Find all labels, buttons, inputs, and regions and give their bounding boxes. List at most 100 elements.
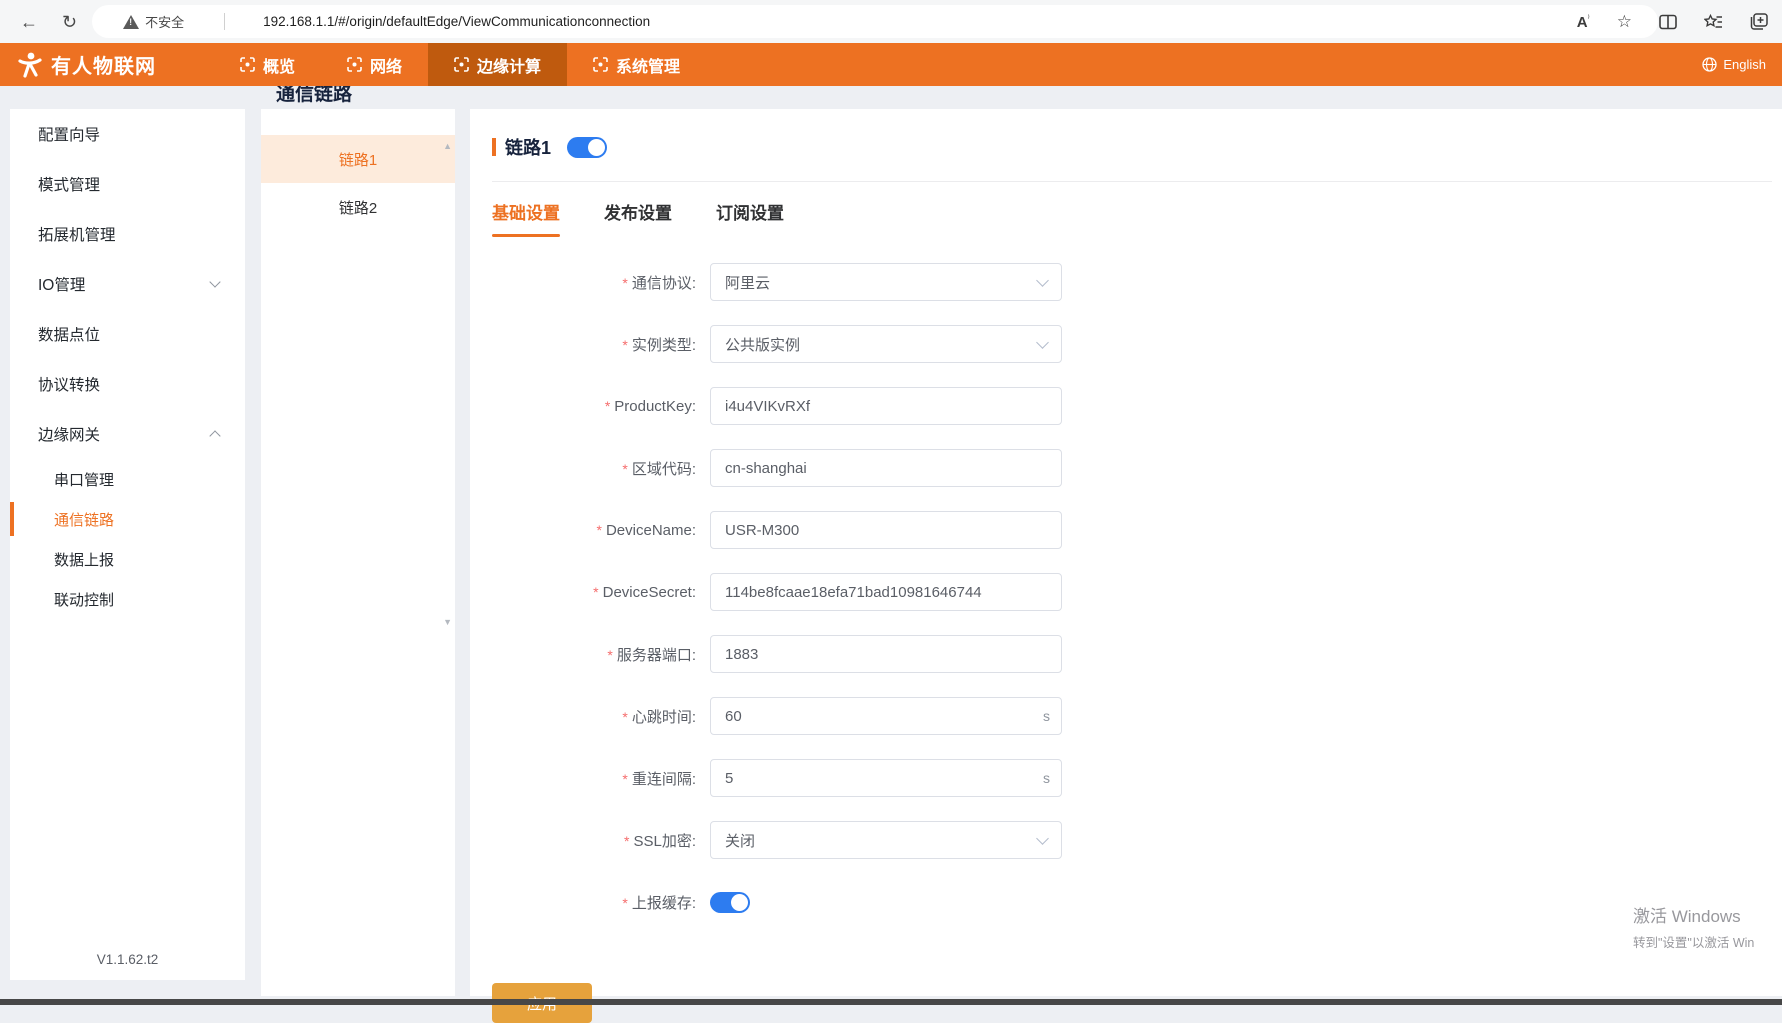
field-label: *DeviceName: — [470, 522, 710, 539]
link-enable-toggle[interactable] — [567, 137, 607, 158]
heartbeat-field: s — [710, 697, 1062, 735]
brand-logo-icon — [16, 51, 43, 78]
form-row-reconnect: *重连间隔: s — [470, 759, 1782, 797]
nav-tab-label: 网络 — [370, 53, 402, 77]
refresh-icon[interactable]: ↻ — [62, 13, 77, 31]
favorite-star-icon[interactable]: ☆ — [1617, 13, 1632, 30]
productkey-input[interactable] — [711, 388, 1061, 424]
link-item-2[interactable]: 链路2 — [261, 183, 455, 231]
collections-add-icon[interactable] — [1750, 13, 1768, 30]
field-label: *通信协议: — [470, 272, 710, 293]
devicesecret-field — [710, 573, 1062, 611]
required-asterisk: * — [605, 398, 610, 414]
site-security[interactable]: 不安全 — [123, 12, 184, 31]
required-asterisk: * — [607, 647, 612, 663]
heartbeat-input[interactable] — [711, 698, 1061, 734]
nav-tab-overview[interactable]: 概览 — [214, 43, 321, 86]
reconnect-field: s — [710, 759, 1062, 797]
select-value: 公共版实例 — [711, 334, 800, 355]
read-aloud-icon[interactable]: A⁾ — [1577, 13, 1590, 31]
language-switcher[interactable]: English — [1702, 57, 1766, 72]
chevron-down-icon — [1036, 832, 1049, 845]
address-separator — [224, 13, 225, 30]
required-asterisk: * — [622, 771, 627, 787]
title-accent-bar — [492, 138, 496, 156]
nav-tab-edge-computing[interactable]: 边缘计算 — [428, 43, 567, 86]
scroll-up-icon[interactable]: ▲ — [443, 141, 452, 151]
brand-title: 有人物联网 — [51, 50, 156, 79]
sidebar-item-serial-management[interactable]: 串口管理 — [10, 459, 245, 499]
field-label: *DeviceSecret: — [470, 584, 710, 601]
tab-subscribe-settings[interactable]: 订阅设置 — [716, 199, 784, 237]
field-label: *服务器端口: — [470, 644, 710, 665]
split-screen-icon[interactable] — [1659, 14, 1677, 30]
tab-basic-settings[interactable]: 基础设置 — [492, 199, 560, 237]
sidebar-item-io-management[interactable]: IO管理 — [10, 259, 245, 309]
reconnect-input[interactable] — [711, 760, 1061, 796]
form-row-server-port: *服务器端口: — [470, 635, 1782, 673]
sidebar-item-expansion-management[interactable]: 拓展机管理 — [10, 209, 245, 259]
warning-icon — [123, 15, 139, 29]
instance-type-select[interactable]: 公共版实例 — [710, 325, 1062, 363]
select-value: 关闭 — [711, 830, 755, 851]
sidebar-item-linkage-control[interactable]: 联动控制 — [10, 579, 245, 619]
required-asterisk: * — [593, 584, 598, 600]
required-asterisk: * — [622, 275, 627, 291]
field-label: *实例类型: — [470, 334, 710, 355]
nav-tab-network[interactable]: 网络 — [321, 43, 428, 86]
scroll-down-icon[interactable]: ▼ — [443, 617, 452, 627]
field-label: *ProductKey: — [470, 398, 710, 415]
server-port-field — [710, 635, 1062, 673]
chevron-down-icon — [1036, 336, 1049, 349]
field-label: *心跳时间: — [470, 706, 710, 727]
server-port-input[interactable] — [711, 636, 1061, 672]
chevron-down-icon — [209, 276, 220, 287]
protocol-select[interactable]: 阿里云 — [710, 263, 1062, 301]
basic-settings-form: *通信协议: 阿里云 *实例类型: 公共版实例 *ProductKey: *区域… — [470, 263, 1782, 1023]
region-input[interactable] — [711, 450, 1061, 486]
link-item-1[interactable]: 链路1 — [261, 135, 455, 183]
sidebar-item-mode-management[interactable]: 模式管理 — [10, 159, 245, 209]
sidebar-item-data-points[interactable]: 数据点位 — [10, 309, 245, 359]
devicename-input[interactable] — [711, 512, 1061, 548]
ssl-select[interactable]: 关闭 — [710, 821, 1062, 859]
form-row-protocol: *通信协议: 阿里云 — [470, 263, 1782, 301]
main-panel: 链路1 基础设置 发布设置 订阅设置 *通信协议: 阿里云 *实例类型: 公共版… — [470, 109, 1782, 996]
nav-tab-label: 概览 — [263, 53, 295, 77]
form-row-region: *区域代码: — [470, 449, 1782, 487]
favorites-hub-icon[interactable] — [1704, 14, 1723, 30]
required-asterisk: * — [622, 895, 627, 911]
sidebar-item-edge-gateway[interactable]: 边缘网关 — [10, 409, 245, 459]
back-icon[interactable]: ← — [20, 13, 38, 31]
sidebar-item-communication-link[interactable]: 通信链路 — [10, 499, 245, 539]
taskbar-edge — [0, 999, 1782, 1005]
nav-tab-label: 系统管理 — [616, 53, 680, 77]
url-text[interactable]: 192.168.1.1/#/origin/defaultEdge/ViewCom… — [263, 14, 650, 29]
settings-tabs: 基础设置 发布设置 订阅设置 — [492, 199, 1782, 237]
form-row-productkey: *ProductKey: — [470, 387, 1782, 425]
required-asterisk: * — [622, 337, 627, 353]
sidebar-item-protocol-conversion[interactable]: 协议转换 — [10, 359, 245, 409]
form-row-instance-type: *实例类型: 公共版实例 — [470, 325, 1782, 363]
tab-publish-settings[interactable]: 发布设置 — [604, 199, 672, 237]
toggle-knob — [588, 139, 605, 156]
select-value: 阿里云 — [711, 272, 770, 293]
unit-suffix: s — [1043, 708, 1050, 724]
region-field — [710, 449, 1062, 487]
report-cache-toggle[interactable] — [710, 892, 750, 913]
sidebar-item-data-report[interactable]: 数据上报 — [10, 539, 245, 579]
app-header: 有人物联网 概览 网络 边缘计算 系统管理 English — [0, 43, 1782, 86]
nav-tab-system[interactable]: 系统管理 — [567, 43, 706, 86]
field-label: *SSL加密: — [470, 830, 710, 851]
form-row-devicename: *DeviceName: — [470, 511, 1782, 549]
windows-activation-watermark: 激活 Windows 转到"设置"以激活 Win — [1633, 902, 1754, 951]
language-label: English — [1723, 57, 1766, 72]
sidebar-item-config-wizard[interactable]: 配置向导 — [10, 109, 245, 159]
chevron-down-icon — [1036, 274, 1049, 287]
nav-tab-label: 边缘计算 — [477, 53, 541, 77]
link-list-panel: 链路1 链路2 ▲ ▼ — [261, 109, 455, 996]
field-label: *重连间隔: — [470, 768, 710, 789]
required-asterisk: * — [622, 461, 627, 477]
devicesecret-input[interactable] — [711, 574, 1061, 610]
chevron-up-icon — [209, 430, 220, 441]
